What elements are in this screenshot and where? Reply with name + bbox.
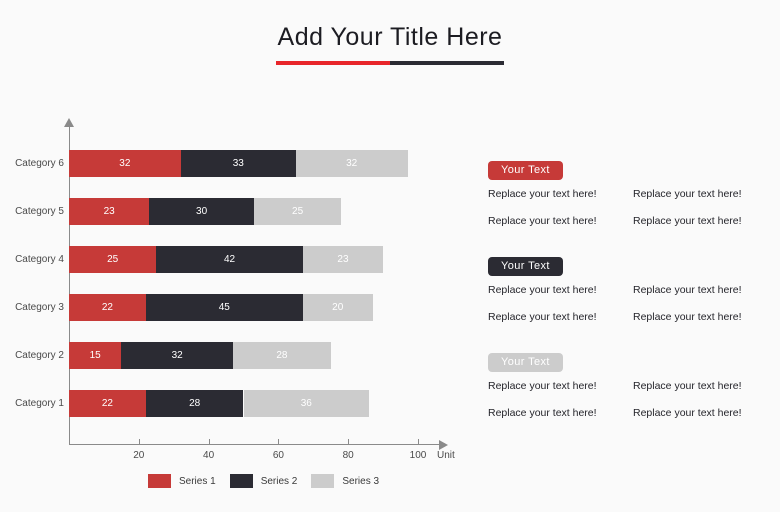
- bar-segment[interactable]: 28: [145, 390, 244, 417]
- bar-segment[interactable]: 23: [69, 198, 150, 225]
- x-axis-tick-label: 100: [409, 450, 427, 461]
- bar-segment[interactable]: 28: [233, 342, 331, 369]
- x-axis-tick: [138, 439, 140, 445]
- category-label: Category 3: [15, 302, 64, 313]
- x-axis-tick: [418, 439, 419, 445]
- x-axis-unit-label: Unit: [437, 450, 455, 461]
- block-lines: Replace your text here! Replace your text…: [488, 380, 778, 419]
- placeholder-text: Replace your text here!: [633, 188, 742, 200]
- bar-segment[interactable]: 20: [302, 294, 373, 321]
- bar-segment[interactable]: 22: [69, 294, 146, 321]
- legend-swatch: [229, 474, 253, 488]
- legend-item[interactable]: Series 2: [229, 474, 298, 488]
- list-item: Replace your text here! Replace your text…: [488, 380, 778, 392]
- title-underline-left: [276, 61, 390, 65]
- x-axis-tick-label: 20: [133, 450, 145, 461]
- legend-label: Series 1: [179, 475, 216, 487]
- category-label: Category 2: [15, 350, 64, 361]
- legend-item[interactable]: Series 3: [311, 474, 379, 488]
- legend-swatch: [148, 474, 171, 488]
- bar-segment[interactable]: 23: [302, 246, 384, 273]
- bar-segment[interactable]: 32: [69, 150, 181, 177]
- list-item: Replace your text here! Replace your text…: [488, 188, 778, 200]
- chart-legend: Series 1 Series 2 Series 3: [148, 474, 379, 488]
- placeholder-text: Replace your text here!: [488, 311, 597, 323]
- bar-segment[interactable]: 22: [69, 390, 146, 417]
- title-area: Add Your Title Here: [0, 20, 780, 65]
- x-axis-tick: [348, 439, 350, 445]
- bar-segment[interactable]: 25: [69, 246, 157, 273]
- placeholder-text: Replace your text here!: [633, 284, 742, 296]
- list-item: Replace your text here! Replace your text…: [488, 311, 778, 323]
- status-badge[interactable]: Your Text: [488, 257, 563, 276]
- x-axis-tick-label: 80: [342, 450, 354, 461]
- x-axis-arrow: [439, 440, 448, 450]
- list-item: Replace your text here! Replace your text…: [488, 407, 778, 419]
- bar-segment[interactable]: 30: [149, 198, 254, 225]
- x-axis-line: [69, 444, 440, 445]
- status-badge[interactable]: Your Text: [488, 161, 563, 180]
- block-lines: Replace your text here! Replace your text…: [488, 284, 778, 323]
- right-text-panel: Your Text Replace your text here! Replace …: [488, 160, 778, 448]
- category-label: Category 4: [15, 254, 64, 265]
- placeholder-text: Replace your text here!: [488, 380, 597, 392]
- bar-segment[interactable]: 36: [243, 390, 370, 417]
- bar-segment[interactable]: 42: [156, 246, 303, 273]
- bar-segment[interactable]: 32: [295, 150, 408, 177]
- text-block: Your Text Replace your text here! Replace …: [488, 256, 778, 323]
- title-underline-right: [390, 61, 504, 65]
- bar-segment[interactable]: 25: [253, 198, 342, 225]
- placeholder-text: Replace your text here!: [633, 380, 742, 392]
- bar-segment[interactable]: 33: [180, 150, 296, 177]
- list-item: Replace your text here! Replace your text…: [488, 215, 778, 227]
- category-label: Category 5: [15, 206, 64, 217]
- x-axis-tick: [278, 439, 280, 445]
- placeholder-text: Replace your text here!: [633, 311, 742, 323]
- placeholder-text: Replace your text here!: [488, 215, 597, 227]
- bar-segment[interactable]: 32: [121, 342, 234, 369]
- x-axis-tick-label: 40: [203, 450, 215, 461]
- block-lines: Replace your text here! Replace your text…: [488, 188, 778, 227]
- title-underline: [276, 61, 504, 65]
- x-axis-tick: [208, 439, 210, 445]
- text-block: Your Text Replace your text here! Replace …: [488, 352, 778, 419]
- placeholder-text: Replace your text here!: [633, 407, 742, 419]
- status-badge[interactable]: Your Text: [488, 353, 563, 372]
- x-axis-tick-label: 60: [272, 450, 284, 461]
- bar-segment[interactable]: 15: [69, 342, 122, 369]
- placeholder-text: Replace your text here!: [488, 188, 597, 200]
- placeholder-text: Replace your text here!: [488, 284, 597, 296]
- list-item: Replace your text here! Replace your text…: [488, 284, 778, 296]
- legend-item[interactable]: Series 1: [148, 474, 216, 488]
- legend-swatch: [311, 474, 335, 488]
- placeholder-text: Replace your text here!: [633, 215, 742, 227]
- page-title: Add Your Title Here: [277, 23, 503, 51]
- legend-label: Series 2: [260, 475, 298, 487]
- legend-label: Series 3: [342, 475, 380, 487]
- bar-segment[interactable]: 45: [145, 294, 303, 321]
- category-label: Category 1: [15, 398, 64, 409]
- category-label: Category 6: [15, 158, 64, 169]
- placeholder-text: Replace your text here!: [488, 407, 597, 419]
- text-block: Your Text Replace your text here! Replace …: [488, 160, 778, 227]
